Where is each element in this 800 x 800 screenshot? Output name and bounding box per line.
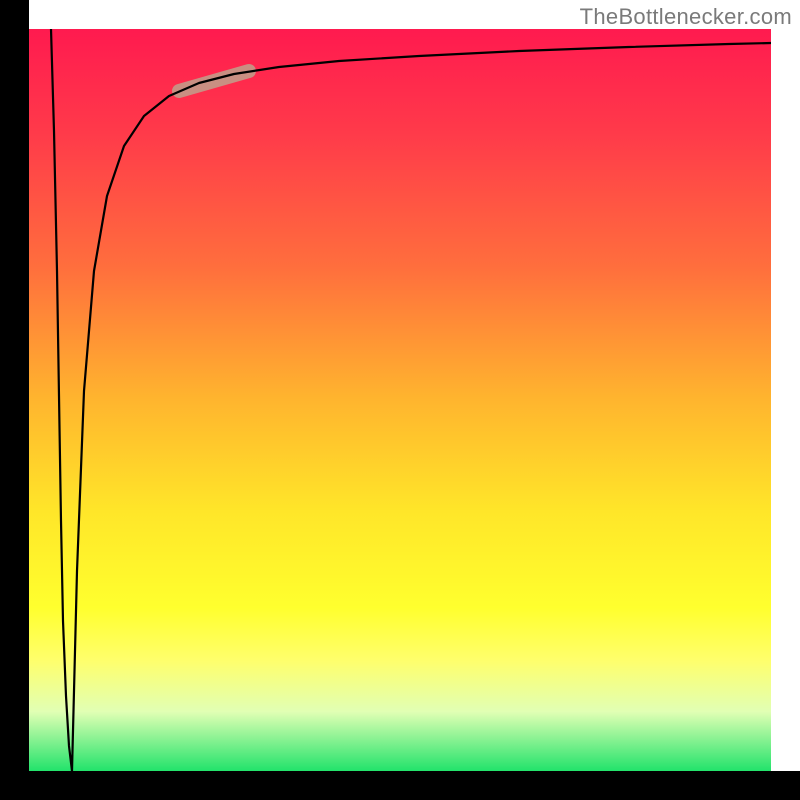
y-axis-band — [0, 0, 29, 800]
chart-container: TheBottlenecker.com — [0, 0, 800, 800]
plot-area — [29, 29, 771, 771]
x-axis-band — [0, 771, 800, 800]
watermark-text: TheBottlenecker.com — [580, 4, 792, 30]
